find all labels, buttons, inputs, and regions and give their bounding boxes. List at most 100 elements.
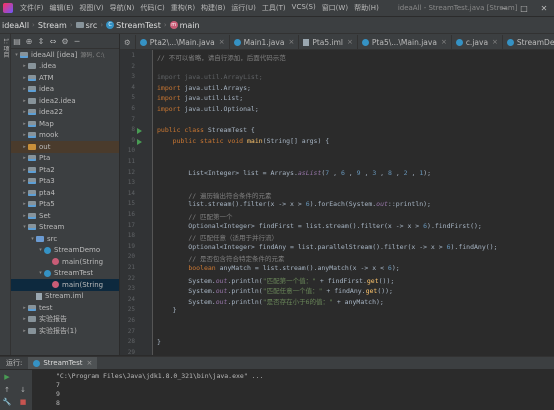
- panel-options-icon[interactable]: ▤: [11, 35, 23, 47]
- tree-item[interactable]: ▸ ATM: [11, 72, 119, 84]
- menu-item[interactable]: 代码(C): [137, 3, 167, 13]
- chevron-right-icon[interactable]: ▸: [21, 109, 28, 115]
- chevron-right-icon[interactable]: ▸: [21, 98, 28, 104]
- run-tab[interactable]: StreamTest ×: [28, 357, 98, 369]
- maximize-icon[interactable]: □: [514, 0, 534, 16]
- tree-item[interactable]: ▸ 实验报告(1): [11, 325, 119, 337]
- chevron-right-icon[interactable]: ▸: [21, 328, 28, 334]
- run-gutter-icon[interactable]: [137, 138, 142, 145]
- chevron-down-icon[interactable]: ▾: [29, 236, 36, 242]
- tree-item[interactable]: ▸ test: [11, 302, 119, 314]
- menu-item[interactable]: VCS(S): [289, 3, 319, 13]
- stop-icon[interactable]: ■: [18, 397, 28, 407]
- tab-settings-icon[interactable]: ⚙: [120, 35, 136, 49]
- arrow-up-icon[interactable]: ↑: [2, 385, 12, 395]
- chevron-right-icon[interactable]: ▸: [21, 144, 28, 150]
- wrench-icon[interactable]: 🔧: [2, 397, 12, 407]
- close-icon[interactable]: ×: [441, 38, 447, 46]
- collapse-all-icon[interactable]: ⇔: [47, 35, 59, 47]
- tree-item[interactable]: ▾ ideaAll [idea] 源码, C:\: [11, 49, 119, 61]
- close-icon[interactable]: ×: [219, 38, 225, 46]
- folder-icon: [36, 235, 44, 242]
- chevron-right-icon[interactable]: ▸: [21, 86, 28, 92]
- chevron-right-icon[interactable]: ▸: [21, 155, 28, 161]
- tree-item[interactable]: ▸ Pta: [11, 153, 119, 165]
- gear-icon[interactable]: ⚙: [59, 35, 71, 47]
- tab-editor-file[interactable]: Pta5\...\Main.java ×: [358, 35, 452, 49]
- tab-editor-file[interactable]: Pta2\...\Main.java ×: [136, 35, 230, 49]
- project-tool-button[interactable]: 1: 项目: [1, 38, 10, 58]
- chevron-down-icon[interactable]: ▾: [21, 224, 28, 230]
- tree-item[interactable]: ▸ Set: [11, 210, 119, 222]
- arrow-down-icon[interactable]: ↓: [18, 385, 28, 395]
- console-output[interactable]: "C:\Program Files\Java\jdk1.8.0_321\bin\…: [34, 370, 554, 410]
- chevron-right-icon[interactable]: ▸: [21, 213, 28, 219]
- tree-item[interactable]: ▸ idea: [11, 84, 119, 96]
- tree-item[interactable]: ▾ Stream: [11, 222, 119, 234]
- tree-item[interactable]: ▸ mook: [11, 130, 119, 142]
- chevron-right-icon[interactable]: ▸: [21, 121, 28, 127]
- tree-item[interactable]: ▸ pta4: [11, 187, 119, 199]
- menu-item[interactable]: 视图(V): [76, 3, 106, 13]
- chevron-right-icon[interactable]: ▸: [21, 190, 28, 196]
- chevron-down-icon[interactable]: ▾: [37, 247, 44, 253]
- rerun-icon[interactable]: ▶: [2, 372, 12, 382]
- tab-editor-file[interactable]: c.java ×: [452, 35, 503, 49]
- menu-item[interactable]: 构建(B): [198, 3, 228, 13]
- tree-item[interactable]: ▾ StreamTest: [11, 268, 119, 280]
- menu-item[interactable]: 窗口(W): [319, 3, 351, 13]
- tree-item[interactable]: ▸ out: [11, 141, 119, 153]
- close-icon[interactable]: ×: [288, 38, 294, 46]
- tree-item[interactable]: ▸ Pta3: [11, 176, 119, 188]
- code-editor[interactable]: // 不可以省略，请自行添加，后面代码示范 import java.util.Ar…: [153, 50, 554, 355]
- tree-item[interactable]: main(String: [11, 279, 119, 291]
- menu-item[interactable]: 导航(N): [107, 3, 138, 13]
- chevron-right-icon[interactable]: ▸: [21, 63, 28, 69]
- tree-item[interactable]: ▸ 实验报告: [11, 314, 119, 326]
- tree-item[interactable]: ▸ Pta2: [11, 164, 119, 176]
- tree-item[interactable]: ▾ src: [11, 233, 119, 245]
- minimize-icon[interactable]: ─: [494, 0, 514, 16]
- chevron-right-icon[interactable]: ▸: [21, 132, 28, 138]
- tree-item[interactable]: ▾ StreamDemo: [11, 245, 119, 257]
- tree-item[interactable]: ▸ .idea: [11, 61, 119, 73]
- expand-all-icon[interactable]: ⇕: [35, 35, 47, 47]
- menu-item[interactable]: 重构(R): [168, 3, 198, 13]
- breadcrumb-method[interactable]: m main: [168, 21, 202, 30]
- close-icon[interactable]: ×: [492, 38, 498, 46]
- close-icon[interactable]: ×: [86, 359, 92, 367]
- chevron-down-icon[interactable]: ▾: [37, 270, 44, 276]
- hide-icon[interactable]: ─: [71, 35, 83, 47]
- menu-item[interactable]: 运行(U): [228, 3, 259, 13]
- menu-item[interactable]: 文件(F): [17, 3, 47, 13]
- menu-item[interactable]: 编辑(E): [47, 3, 77, 13]
- run-gutter-icon[interactable]: [137, 128, 142, 135]
- chevron-down-icon[interactable]: ▾: [13, 52, 20, 58]
- close-icon[interactable]: ×: [347, 38, 353, 46]
- tree-item[interactable]: main(String: [11, 256, 119, 268]
- chevron-right-icon[interactable]: ▸: [21, 178, 28, 184]
- menu-item[interactable]: 工具(T): [259, 3, 289, 13]
- chevron-right-icon[interactable]: ▸: [21, 201, 28, 207]
- chevron-right-icon[interactable]: ▸: [21, 167, 28, 173]
- tree-item[interactable]: ▸ Map: [11, 118, 119, 130]
- breadcrumb-src[interactable]: src: [74, 21, 100, 30]
- locate-icon[interactable]: ⊕: [23, 35, 35, 47]
- tab-editor-file[interactable]: Main1.java ×: [230, 35, 300, 49]
- chevron-right-icon[interactable]: ▸: [21, 75, 28, 81]
- tree-item[interactable]: ▸ idea2.idea: [11, 95, 119, 107]
- tree-item[interactable]: ▸ Pta5: [11, 199, 119, 211]
- folder-icon: [28, 74, 36, 81]
- chevron-right-icon[interactable]: ▸: [21, 305, 28, 311]
- chevron-right-icon[interactable]: ▸: [21, 316, 28, 322]
- close-icon[interactable]: ✕: [534, 0, 554, 16]
- breadcrumb-module[interactable]: Stream: [36, 21, 69, 30]
- tree-item[interactable]: Stream.iml: [11, 291, 119, 303]
- breadcrumb-class[interactable]: C StreamTest: [104, 21, 163, 30]
- breadcrumb-project[interactable]: ideaAll: [0, 21, 31, 30]
- tab-label: Pta2\...\Main.java: [149, 37, 215, 47]
- tree-item[interactable]: ▸ idea22: [11, 107, 119, 119]
- menu-item[interactable]: 帮助(H): [351, 3, 382, 13]
- tab-editor-file[interactable]: Pta5.iml ×: [299, 35, 358, 49]
- tab-editor-file[interactable]: StreamDemo.java×: [503, 35, 554, 49]
